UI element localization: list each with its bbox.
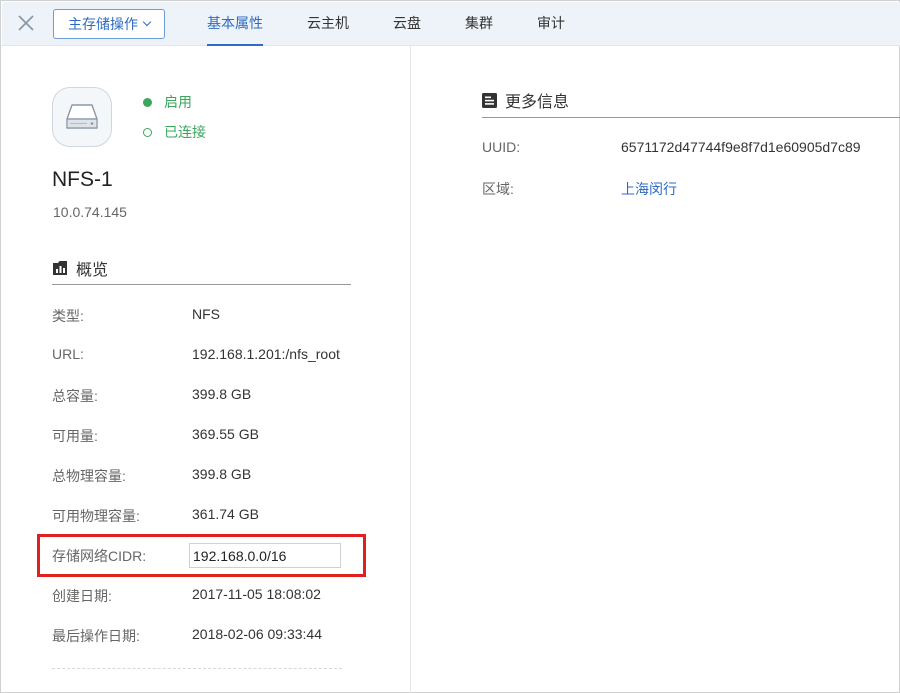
dashed-divider [52,668,342,669]
overview-underline [52,284,351,285]
overview-heading: 概览 [52,256,108,280]
row-value: 2017-11-05 18:08:02 [192,586,321,602]
status-connected-label: 已连接 [164,124,206,140]
primary-storage-actions-button[interactable]: 主存储操作 [53,9,165,39]
overview-row-type: 类型: NFS [52,306,352,326]
close-icon[interactable] [15,12,37,34]
hard-disk-icon [52,87,112,147]
more-info-underline [482,117,900,118]
overview-row-available: 可用量: 369.55 GB [52,426,352,446]
resource-name: NFS-1 [52,168,113,191]
tab-audit[interactable]: 审计 [537,2,565,46]
overview-row-created: 创建日期: 2017-11-05 18:08:02 [52,586,352,606]
row-value: 2018-02-06 09:33:44 [192,626,322,642]
row-key: 总物理容量: [52,468,126,484]
filled-dot-icon [143,97,152,107]
bar-chart-icon [53,261,67,275]
row-key: 最后操作日期: [52,628,140,644]
tab-clusters[interactable]: 集群 [465,2,493,46]
tab-basic-properties[interactable]: 基本属性 [207,2,263,46]
overview-row-total-physical: 总物理容量: 399.8 GB [52,466,352,486]
row-key: 创建日期: [52,588,112,604]
tab-volumes[interactable]: 云盘 [393,2,421,46]
row-value: NFS [192,306,220,322]
more-info-row-uuid: UUID: 6571172d47744f9e8f7d1e60905d7c89 [482,139,892,159]
status-enabled: 启用 [143,92,192,112]
overview-title: 概览 [76,262,109,279]
overview-row-last-op: 最后操作日期: 2018-02-06 09:33:44 [52,626,352,646]
status-enabled-label: 启用 [164,94,192,110]
row-key: 可用物理容量: [52,508,140,524]
overview-row-total-capacity: 总容量: 399.8 GB [52,386,352,406]
row-key: URL: [52,346,84,362]
more-info-heading: 更多信息 [482,88,569,112]
row-value: 399.8 GB [192,466,252,482]
status-connected: 已连接 [143,122,206,142]
row-value: 361.74 GB [192,506,259,522]
detail-panel: 主存储操作 基本属性 云主机 云盘 集群 审计 启用 已连接 NFS-1 10.… [0,0,900,693]
document-icon [482,92,497,108]
more-info-title: 更多信息 [505,94,570,111]
zone-link[interactable]: 上海闵行 [621,179,677,199]
resource-ip: 10.0.74.145 [53,204,127,220]
overview-row-available-physical: 可用物理容量: 361.74 GB [52,506,352,526]
ring-dot-icon [143,127,152,137]
row-key: 类型: [52,308,84,324]
row-key: UUID: [482,139,521,155]
chevron-down-icon [142,17,152,27]
more-info-row-zone: 区域: 上海闵行 [482,179,892,199]
cidr-label: 存储网络CIDR: [52,548,147,564]
storage-network-cidr-input[interactable] [189,543,341,568]
row-key: 总容量: [52,388,98,404]
panel-divider [410,46,411,693]
overview-row-url: URL: 192.168.1.201:/nfs_root [52,346,352,366]
row-value: 192.168.1.201:/nfs_root [192,346,340,362]
detail-topbar: 主存储操作 基本属性 云主机 云盘 集群 审计 [2,2,900,46]
actions-button-label: 主存储操作 [68,16,138,32]
uuid-value: 6571172d47744f9e8f7d1e60905d7c89 [621,139,861,155]
tab-vm-instances[interactable]: 云主机 [307,2,349,46]
row-value: 369.55 GB [192,426,259,442]
row-value: 399.8 GB [192,386,252,402]
row-key: 区域: [482,181,514,197]
row-key: 可用量: [52,428,98,444]
